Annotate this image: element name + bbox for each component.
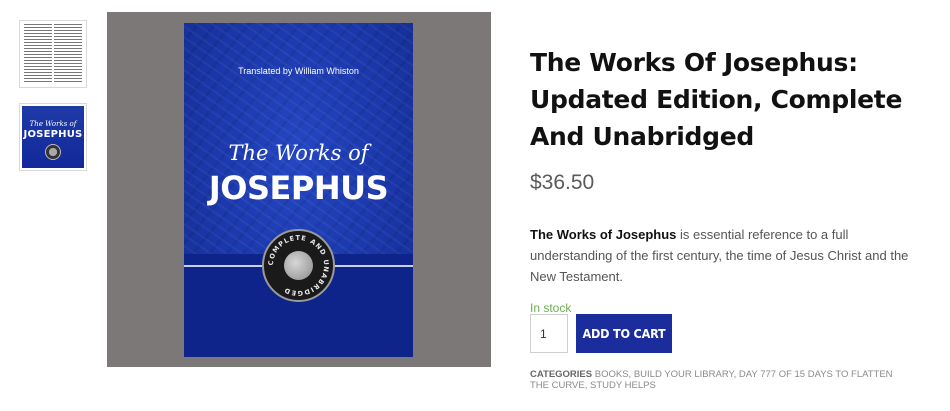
text-page-image <box>24 24 82 84</box>
stock-status: In stock <box>530 301 572 315</box>
categories-label: CATEGORIES <box>530 369 593 380</box>
cover-title-line1: The Works of <box>228 141 369 165</box>
quantity-input[interactable] <box>530 314 568 353</box>
seal-textpath: COMPLETE AND UNABRIDGED <box>267 234 329 297</box>
cover-title-line2: JOSEPHUS <box>208 169 389 207</box>
description-bold: The Works of Josephus <box>530 227 677 242</box>
coin-icon <box>45 144 61 160</box>
thumbnail-title-line2: JOSEPHUS <box>23 129 83 140</box>
thumbnail-title-line1: The Works of <box>29 120 77 128</box>
main-product-image[interactable]: Translated by William Whiston The Works … <box>107 12 491 367</box>
product-categories: CATEGORIES BOOKS, BUILD YOUR LIBRARY, DA… <box>530 369 893 391</box>
book-cover: Translated by William Whiston The Works … <box>184 23 413 357</box>
seal-text: COMPLETE AND UNABRIDGED <box>267 234 330 297</box>
thumbnail-text-page[interactable] <box>19 20 87 88</box>
category-link[interactable]: STUDY HELPS <box>590 380 656 391</box>
coin-seal-icon: COMPLETE AND UNABRIDGED <box>262 229 335 302</box>
product-description: The Works of Josephus is essential refer… <box>530 224 925 287</box>
product-price: $36.50 <box>530 171 595 194</box>
category-link[interactable]: BUILD YOUR LIBRARY <box>634 369 734 380</box>
category-link[interactable]: BOOKS <box>595 369 629 380</box>
cover-thumbnail-image: The Works of JOSEPHUS <box>22 106 84 168</box>
cover-translator: Translated by William Whiston <box>238 66 359 76</box>
thumbnail-cover[interactable]: The Works of JOSEPHUS <box>19 103 87 171</box>
add-to-cart-button[interactable]: ADD TO CART <box>576 314 672 353</box>
seal-ring-text: COMPLETE AND UNABRIDGED <box>267 234 330 297</box>
product-title: The Works Of Josephus: Updated Edition, … <box>530 48 903 151</box>
